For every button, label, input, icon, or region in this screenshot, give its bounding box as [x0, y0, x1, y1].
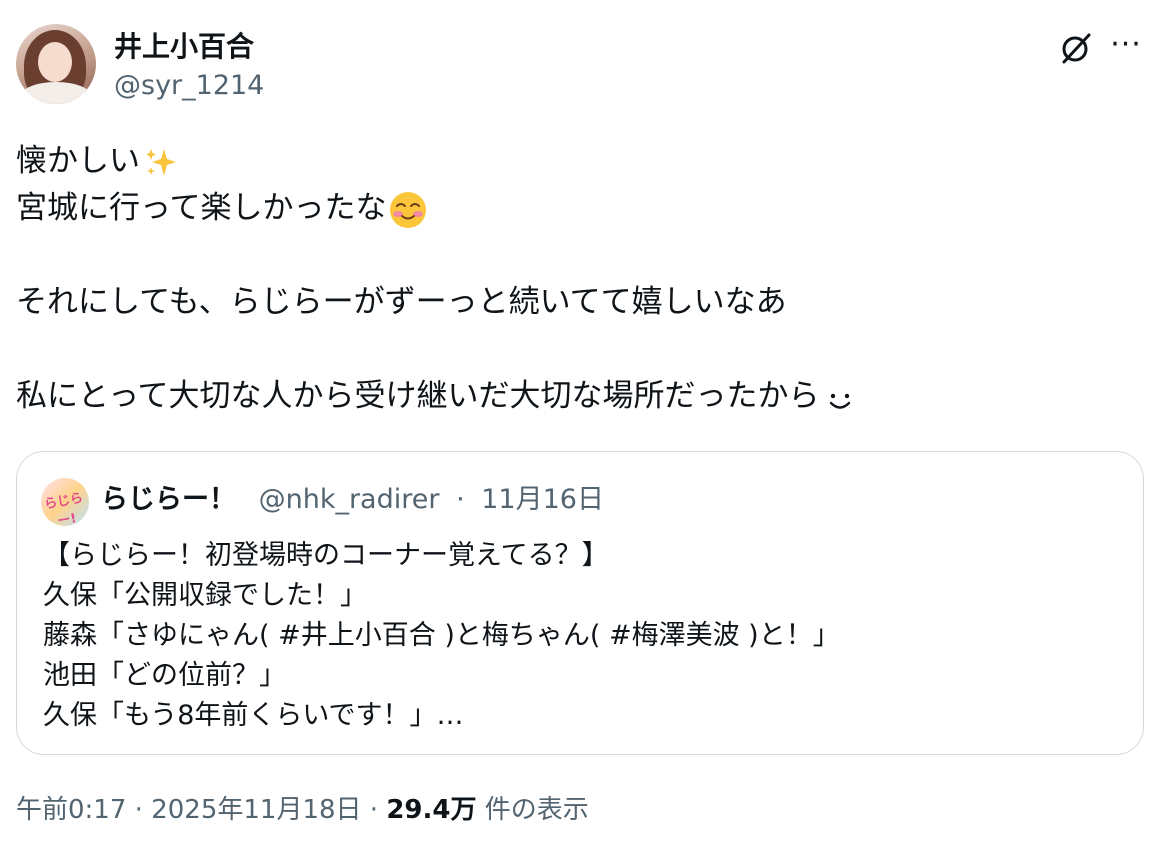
author-name[interactable]: 井上小百合: [114, 30, 254, 64]
tweet-line: それにしても、らじらーがずーっと続いてて嬉しいなあ: [16, 284, 787, 320]
quoted-header: らじらー！ @nhk_radirer · 11月16日: [101, 482, 604, 518]
quoted-line: 藤森「さゆにゃん( #井上小百合 )と梅ちゃん( #梅澤美波 )と！」: [43, 620, 840, 651]
avatar-face: [38, 42, 72, 82]
tweet-header: 井上小百合 @syr_1214 ···: [16, 24, 1148, 106]
quoted-line: 久保「公開収録でした！」: [43, 580, 367, 611]
smile-face-icon: [829, 393, 850, 409]
avatar-shoulder: [20, 82, 92, 104]
quoted-author-avatar[interactable]: らじらー!: [41, 478, 89, 526]
more-icon[interactable]: ···: [1106, 30, 1146, 66]
author-avatar[interactable]: [16, 24, 96, 104]
tweet-line: 懐かしい: [16, 138, 1146, 185]
quoted-author-handle[interactable]: @nhk_radirer: [259, 484, 440, 515]
smiling-face-icon: [390, 191, 427, 228]
quoted-line: 池田「どの位前？」: [43, 660, 286, 691]
quoted-date[interactable]: 11月16日: [481, 484, 604, 515]
sparkles-icon: [146, 148, 176, 176]
quoted-separator: ·: [456, 484, 465, 515]
view-count: 29.4万: [386, 795, 477, 825]
tweet-text: 懐かしい 宮城に行って楽しかったな それにしても、らじらーがずーっと続いてて嬉し…: [16, 138, 1146, 420]
post-date[interactable]: 2025年11月18日: [151, 795, 361, 825]
tweet-line: 私にとって大切な人から受け継いだ大切な場所だったから: [16, 373, 1146, 420]
footer-separator: ·: [134, 795, 143, 825]
footer-separator: ·: [369, 795, 379, 825]
quoted-line: 久保「もう8年前くらいです！」…: [43, 700, 464, 731]
author-handle[interactable]: @syr_1214: [114, 70, 264, 102]
quoted-text: 【らじらー！初登場時のコーナー覚えてる？】 久保「公開収録でした！」 藤森「さゆ…: [43, 536, 1123, 736]
quoted-avatar-logo: らじらー!: [43, 490, 85, 526]
grok-icon[interactable]: [1058, 30, 1094, 66]
post-time[interactable]: 午前0:17: [16, 795, 126, 825]
tweet-footer: 午前0:17 · 2025年11月18日 · 29.4万 件の表示: [16, 792, 589, 828]
tweet-line: 宮城に行って楽しかったな: [16, 185, 1146, 232]
view-count-label: 件の表示: [484, 795, 589, 825]
quoted-author-name[interactable]: らじらー！: [101, 484, 236, 515]
quoted-line: 【らじらー！初登場時のコーナー覚えてる？】: [43, 540, 609, 571]
quoted-tweet[interactable]: らじらー! らじらー！ @nhk_radirer · 11月16日 【らじらー！…: [16, 451, 1144, 755]
